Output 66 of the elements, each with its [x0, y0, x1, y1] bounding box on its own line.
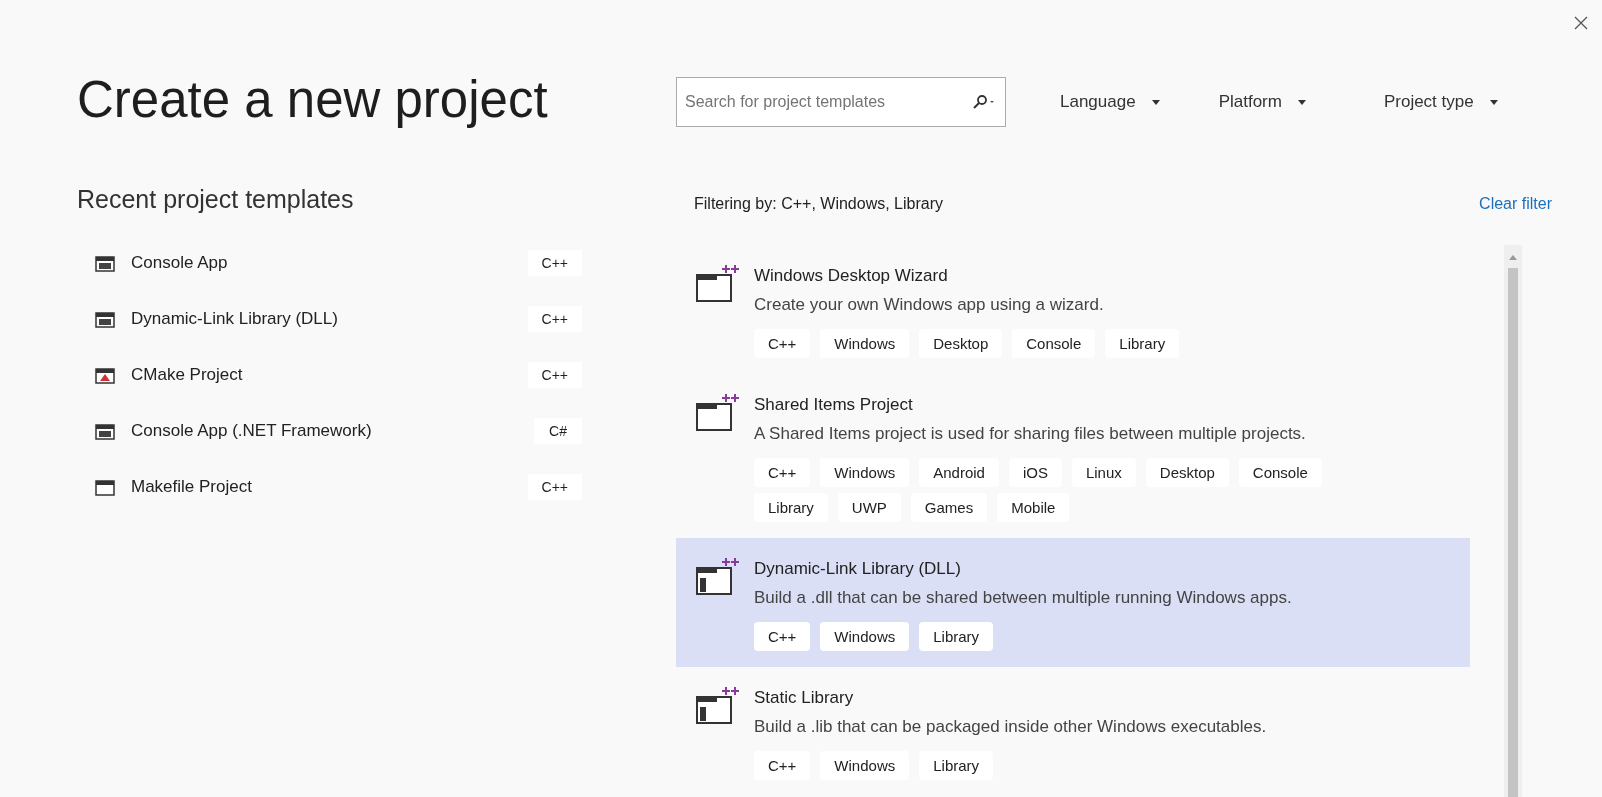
caret-icon — [1151, 99, 1160, 105]
template-tag: Windows — [820, 622, 910, 651]
template-tag: Android — [919, 458, 999, 487]
scrollbar[interactable] — [1504, 245, 1522, 797]
template-description: Create your own Windows app using a wizard. — [754, 295, 1105, 315]
template-tag: Library — [919, 751, 994, 780]
window-icon — [95, 366, 115, 384]
template-tag: Console — [1012, 329, 1096, 358]
template-description: Build a .lib that can be packaged inside other Windows executables. — [754, 717, 1267, 737]
close-icon — [1574, 16, 1588, 30]
language-tag: C++ — [527, 306, 582, 332]
template-tag: Mobile — [997, 493, 1070, 522]
filter-dropdown[interactable]: Project type — [1377, 91, 1504, 113]
template-item[interactable]: Static Library Build a .lib that can be packaged inside other Windows executables. C++ Windows Library — [676, 667, 1470, 796]
template-tag: Desktop — [919, 329, 1003, 358]
recent-template-item[interactable]: CMake Project C++ — [77, 362, 582, 388]
language-tag: C++ — [527, 362, 582, 388]
template-tag: Library — [919, 622, 994, 651]
search-icon — [972, 95, 996, 109]
template-tag: C++ — [754, 751, 811, 780]
template-tag: Windows — [820, 458, 910, 487]
page-title: Create a new project — [77, 70, 549, 129]
template-tag: Games — [910, 493, 988, 522]
template-name: Shared Items Project — [754, 395, 914, 415]
scrollbar-thumb[interactable] — [1508, 268, 1518, 797]
template-tag: iOS — [1008, 458, 1062, 487]
template-item[interactable]: Dynamic-Link Library (DLL) Build a .dll that can be shared between multiple running Windows apps. C++ Windows Library — [676, 538, 1470, 667]
clear-filter-link[interactable]: Clear filter — [1479, 195, 1552, 213]
filter-dropdown[interactable]: Platform — [1212, 91, 1312, 113]
filter-dropdown[interactable]: Language — [1054, 91, 1166, 113]
template-item[interactable]: Shared Items Project A Shared Items project is used for sharing files between multiple projects. C++ Windows Android iOS Linux Desktop Console Library UWP Games Mobile — [676, 374, 1470, 538]
window-icon — [95, 422, 115, 440]
template-description: Build a .dll that can be shared between multiple running Windows apps. — [754, 588, 1292, 608]
template-tag: C++ — [754, 458, 811, 487]
template-tag: Library — [1105, 329, 1180, 358]
search-field[interactable]: Search for project templates — [676, 77, 1006, 127]
template-tag: UWP — [837, 493, 901, 522]
template-name: Windows Desktop Wizard — [754, 266, 949, 286]
scroll-up-icon — [1509, 255, 1517, 260]
caret-icon — [1489, 99, 1498, 105]
template-name: Dynamic-Link Library (DLL) — [754, 559, 962, 579]
recent-template-item[interactable]: Console App (.NET Framework) C# — [77, 418, 582, 444]
caret-icon — [1297, 99, 1306, 105]
template-item[interactable]: Windows Desktop Wizard Create your own Windows app using a wizard. C++ Windows Desktop Console Library — [676, 245, 1470, 374]
template-tag: Windows — [820, 329, 910, 358]
template-tag: C++ — [754, 622, 811, 651]
window-icon — [95, 478, 115, 496]
template-tag: Library — [754, 493, 828, 522]
template-tag: Desktop — [1145, 458, 1229, 487]
filter-summary: Filtering by: C++, Windows, Library — [694, 195, 943, 213]
window-icon — [95, 310, 115, 328]
template-name: Static Library — [754, 688, 855, 708]
template-tag: Console — [1238, 458, 1322, 487]
close-button[interactable] — [1572, 14, 1590, 32]
template-tag: Linux — [1071, 458, 1136, 487]
window-icon — [95, 254, 115, 272]
template-tag: Windows — [820, 751, 910, 780]
template-tag: C++ — [754, 329, 811, 358]
template-description: A Shared Items project is used for sharing files between multiple projects. — [754, 424, 1307, 444]
language-tag: C++ — [527, 250, 582, 276]
language-tag: C++ — [527, 474, 582, 500]
recent-template-item[interactable]: Makefile Project C++ — [77, 474, 582, 500]
section-heading: Recent project templates — [77, 185, 355, 214]
language-tag: C# — [534, 418, 582, 444]
recent-template-item[interactable]: Dynamic-Link Library (DLL) C++ — [77, 306, 582, 332]
recent-template-item[interactable]: Console App C++ — [77, 250, 582, 276]
